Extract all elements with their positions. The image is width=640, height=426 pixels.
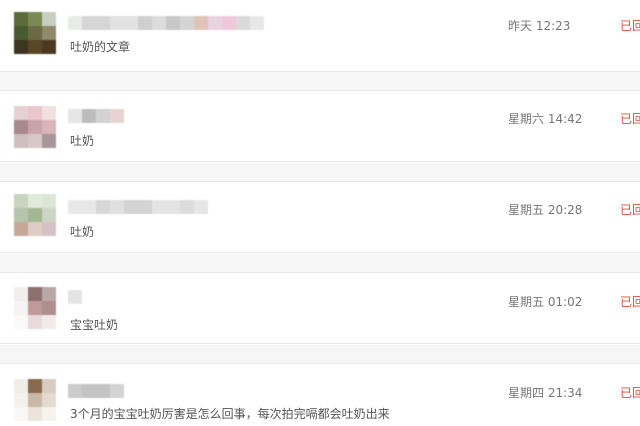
conversation-row[interactable]: 吐奶的文章 昨天 12:23 已回 bbox=[0, 0, 640, 72]
reply-status[interactable]: 已回 bbox=[620, 293, 640, 310]
message-preview: 吐奶的文章 bbox=[70, 40, 131, 54]
row-separator bbox=[0, 163, 640, 181]
row-separator bbox=[0, 72, 640, 90]
user-avatar bbox=[14, 194, 56, 236]
user-avatar bbox=[14, 12, 56, 54]
conversation-row[interactable]: 吐奶 星期五 20:28 已回 bbox=[0, 181, 640, 253]
reply-status[interactable]: 已回 bbox=[620, 201, 640, 218]
nickname-obscured bbox=[68, 16, 264, 30]
nickname-obscured bbox=[68, 290, 82, 304]
conversation-row[interactable]: 3个月的宝宝吐奶厉害是怎么回事，每次拍完嗝都会吐奶出来 星期四 21:34 已回 bbox=[0, 363, 640, 426]
conversation-row[interactable]: 宝宝吐奶 星期五 01:02 已回 bbox=[0, 272, 640, 344]
conversation-row[interactable]: 吐奶 星期六 14:42 已回 bbox=[0, 90, 640, 162]
reply-status[interactable]: 已回 bbox=[620, 384, 640, 401]
user-avatar bbox=[14, 287, 56, 329]
conversation-list: 吐奶的文章 昨天 12:23 已回 吐奶 星期六 14:42 已回 吐奶 星期五… bbox=[0, 0, 640, 426]
reply-status[interactable]: 已回 bbox=[620, 110, 640, 127]
nickname-obscured bbox=[68, 109, 124, 123]
row-separator bbox=[0, 254, 640, 272]
user-avatar bbox=[14, 106, 56, 148]
user-avatar bbox=[14, 379, 56, 421]
message-preview: 3个月的宝宝吐奶厉害是怎么回事，每次拍完嗝都会吐奶出来 bbox=[70, 407, 390, 421]
message-time: 星期四 21:34 bbox=[508, 386, 583, 400]
nickname-obscured bbox=[68, 384, 124, 398]
reply-status[interactable]: 已回 bbox=[620, 17, 640, 34]
message-time: 星期六 14:42 bbox=[508, 112, 583, 126]
message-preview: 吐奶 bbox=[70, 225, 95, 239]
message-time: 星期五 01:02 bbox=[508, 295, 583, 309]
message-preview: 宝宝吐奶 bbox=[70, 318, 119, 332]
message-time: 星期五 20:28 bbox=[508, 203, 583, 217]
message-preview: 吐奶 bbox=[70, 134, 95, 148]
nickname-obscured bbox=[68, 200, 208, 214]
message-time: 昨天 12:23 bbox=[508, 19, 571, 33]
row-separator bbox=[0, 345, 640, 363]
